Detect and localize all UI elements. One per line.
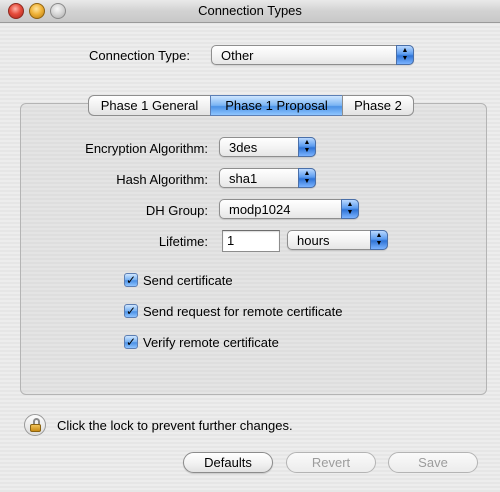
popup-arrows-icon: ▲ ▼	[370, 230, 388, 250]
popup-arrows-icon: ▲ ▼	[298, 168, 316, 188]
verify-remote-certificate-label: Verify remote certificate	[143, 334, 279, 350]
connection-type-value: Other	[221, 48, 254, 63]
dh-group-label: DH Group:	[145, 203, 208, 218]
encryption-algorithm-value: 3des	[229, 140, 258, 155]
verify-remote-certificate-checkbox[interactable]: ✓ Verify remote certificate	[124, 334, 279, 350]
hash-algorithm-popup[interactable]: sha1 ▲ ▼	[219, 168, 316, 188]
connection-type-popup[interactable]: Other ▲ ▼	[211, 45, 414, 65]
dh-group-popup[interactable]: modp1024 ▲ ▼	[219, 199, 359, 219]
send-request-remote-certificate-label: Send request for remote certificate	[143, 303, 343, 319]
send-certificate-label: Send certificate	[143, 272, 233, 288]
lock-icon[interactable]	[24, 414, 46, 436]
lock-message: Click the lock to prevent further change…	[57, 418, 293, 433]
send-certificate-checkbox[interactable]: ✓ Send certificate	[124, 272, 233, 288]
dh-group-value: modp1024	[229, 202, 291, 217]
save-button[interactable]: Save	[388, 452, 478, 473]
checkmark-icon: ✓	[124, 273, 138, 287]
lifetime-input[interactable]: 1	[222, 230, 280, 252]
send-request-remote-certificate-checkbox[interactable]: ✓ Send request for remote certificate	[124, 303, 342, 319]
connection-type-label: Connection Type:	[89, 48, 190, 63]
lock-body	[30, 424, 41, 432]
title-bar: Connection Types	[0, 0, 500, 23]
encryption-algorithm-popup[interactable]: 3des ▲ ▼	[219, 137, 316, 157]
encryption-algorithm-label: Encryption Algorithm:	[85, 141, 208, 156]
hash-algorithm-label: Hash Algorithm:	[116, 172, 208, 187]
popup-arrows-icon: ▲ ▼	[396, 45, 414, 65]
tab-phase-1-general[interactable]: Phase 1 General	[88, 95, 210, 116]
lifetime-label: Lifetime:	[158, 234, 208, 249]
tab-bar: Phase 1 General Phase 1 Proposal Phase 2	[88, 95, 414, 116]
tab-phase-1-proposal[interactable]: Phase 1 Proposal	[210, 95, 342, 116]
popup-arrows-icon: ▲ ▼	[341, 199, 359, 219]
checkmark-icon: ✓	[124, 304, 138, 318]
checkmark-icon: ✓	[124, 335, 138, 349]
defaults-button[interactable]: Defaults	[183, 452, 273, 473]
tab-phase-2[interactable]: Phase 2	[342, 95, 414, 116]
connection-types-window: Connection Types Connection Type: Other …	[0, 0, 500, 492]
window-title: Connection Types	[198, 3, 302, 18]
revert-button[interactable]: Revert	[286, 452, 376, 473]
lifetime-unit-popup[interactable]: hours ▲ ▼	[287, 230, 388, 250]
hash-algorithm-value: sha1	[229, 171, 258, 186]
popup-arrows-icon: ▲ ▼	[298, 137, 316, 157]
lifetime-unit-value: hours	[297, 233, 330, 248]
